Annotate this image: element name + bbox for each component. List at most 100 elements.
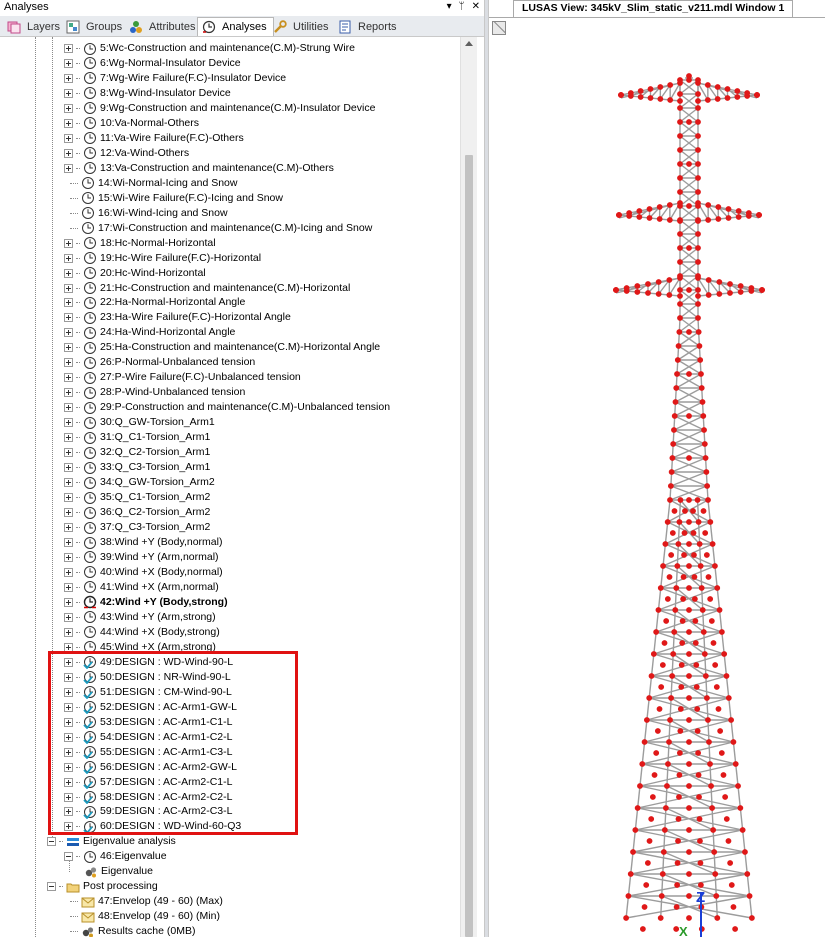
tree-item-results-cache[interactable]: Results cache (0MB) bbox=[68, 924, 195, 937]
expand-icon[interactable] bbox=[64, 552, 73, 562]
expand-icon[interactable] bbox=[64, 612, 73, 622]
expand-icon[interactable] bbox=[64, 627, 73, 637]
expand-icon[interactable] bbox=[64, 103, 73, 113]
tree-item-eigenvalue[interactable]: 46:Eigenvalue bbox=[64, 849, 167, 864]
tree-item-loadcase[interactable]: 30:Q_GW-Torsion_Arm1 bbox=[64, 415, 215, 430]
tree-item-loadcase[interactable]: 39:Wind +Y (Arm,normal) bbox=[64, 550, 219, 565]
tree-item-loadcase[interactable]: 9:Wg-Construction and maintenance(C.M)-I… bbox=[64, 101, 375, 116]
expand-icon[interactable] bbox=[64, 118, 73, 128]
expand-icon[interactable] bbox=[64, 478, 73, 488]
panel-close-icon[interactable]: ✕ bbox=[472, 0, 480, 15]
expand-icon[interactable] bbox=[64, 538, 73, 547]
tab-utilities[interactable]: Utilities bbox=[268, 17, 335, 36]
tree-item-loadcase[interactable]: 8:Wg-Wind-Insulator Device bbox=[64, 86, 231, 101]
tower-model-view[interactable]: Z X bbox=[489, 20, 825, 937]
expand-icon[interactable] bbox=[64, 597, 73, 607]
expand-icon[interactable] bbox=[64, 283, 73, 293]
collapse-icon[interactable] bbox=[64, 852, 73, 862]
expand-icon[interactable] bbox=[64, 508, 73, 518]
tree-item-loadcase[interactable]: 42:Wind +Y (Body,strong) bbox=[64, 595, 228, 610]
tree-item-loadcase[interactable]: 23:Ha-Wire Failure(F.C)-Horizontal Angle bbox=[64, 310, 291, 325]
tree-item-loadcase[interactable]: 13:Va-Construction and maintenance(C.M)-… bbox=[64, 161, 334, 176]
tab-groups[interactable]: Groups bbox=[61, 17, 129, 36]
tree-group-post-processing[interactable]: Post processing bbox=[47, 879, 158, 894]
tree-item-loadcase[interactable]: 22:Ha-Normal-Horizontal Angle bbox=[64, 295, 245, 310]
expand-icon[interactable] bbox=[64, 523, 73, 533]
tree-item-loadcase[interactable]: 37:Q_C3-Torsion_Arm2 bbox=[64, 520, 210, 535]
tree-item-loadcase[interactable]: 18:Hc-Normal-Horizontal bbox=[64, 236, 216, 251]
expand-icon[interactable] bbox=[64, 433, 73, 443]
expand-icon[interactable] bbox=[64, 238, 73, 248]
tree-item-loadcase[interactable]: 44:Wind +X (Body,strong) bbox=[64, 625, 220, 640]
expand-icon[interactable] bbox=[64, 163, 73, 173]
tree-item-loadcase[interactable]: 36:Q_C2-Torsion_Arm2 bbox=[64, 505, 210, 520]
tree-group-eigenvalue[interactable]: Eigenvalue analysis bbox=[47, 834, 176, 849]
tree-item-loadcase[interactable]: 5:Wc-Construction and maintenance(C.M)-S… bbox=[64, 41, 355, 56]
tree-item-eigenvalue-result[interactable]: Eigenvalue bbox=[84, 864, 153, 879]
expand-icon[interactable] bbox=[64, 463, 73, 473]
tree-item-loadcase[interactable]: 20:Hc-Wind-Horizontal bbox=[64, 266, 206, 281]
tree-item-loadcase[interactable]: 32:Q_C2-Torsion_Arm1 bbox=[64, 445, 210, 460]
tree-item-loadcase[interactable]: 10:Va-Normal-Others bbox=[64, 116, 199, 131]
expand-icon[interactable] bbox=[64, 418, 73, 428]
collapse-icon[interactable] bbox=[47, 882, 56, 892]
tree-item-loadcase[interactable]: 11:Va-Wire Failure(F.C)-Others bbox=[64, 131, 244, 146]
tree-item-loadcase[interactable]: 17:Wi-Construction and maintenance(C.M)-… bbox=[68, 221, 372, 236]
tree-item-loadcase[interactable]: 24:Ha-Wind-Horizontal Angle bbox=[64, 325, 235, 340]
tree-item-loadcase[interactable]: 27:P-Wire Failure(F.C)-Unbalanced tensio… bbox=[64, 370, 301, 385]
tree-item-loadcase[interactable]: 29:P-Construction and maintenance(C.M)-U… bbox=[64, 400, 390, 415]
tab-attributes[interactable]: Attributes bbox=[124, 17, 202, 36]
tree-item-loadcase[interactable]: 19:Hc-Wire Failure(F.C)-Horizontal bbox=[64, 251, 261, 266]
expand-icon[interactable] bbox=[64, 148, 73, 158]
panel-dropdown-icon[interactable]: ▾ bbox=[447, 0, 452, 15]
tree-item-loadcase[interactable]: 34:Q_GW-Torsion_Arm2 bbox=[64, 475, 215, 490]
tree-item-loadcase[interactable]: 6:Wg-Normal-Insulator Device bbox=[64, 56, 241, 71]
tree-item-loadcase[interactable]: 16:Wi-Wind-Icing and Snow bbox=[68, 206, 228, 221]
tree-item-loadcase[interactable]: 14:Wi-Normal-Icing and Snow bbox=[68, 176, 237, 191]
tree-item-envelope[interactable]: 47:Envelop (49 - 60) (Max) bbox=[68, 894, 223, 909]
expand-icon[interactable] bbox=[64, 358, 73, 368]
tab-analyses[interactable]: Analyses bbox=[197, 17, 274, 36]
tree-item-loadcase[interactable]: 7:Wg-Wire Failure(F.C)-Insulator Device bbox=[64, 71, 286, 86]
tree-item-loadcase[interactable]: 31:Q_C1-Torsion_Arm1 bbox=[64, 430, 210, 445]
expand-icon[interactable] bbox=[64, 403, 73, 413]
expand-icon[interactable] bbox=[64, 268, 73, 278]
expand-icon[interactable] bbox=[64, 298, 73, 308]
tree-item-loadcase[interactable]: 12:Va-Wind-Others bbox=[64, 146, 189, 161]
expand-icon[interactable] bbox=[64, 493, 73, 503]
expand-icon[interactable] bbox=[64, 582, 73, 592]
scrollbar-thumb[interactable] bbox=[465, 155, 473, 937]
tree-item-loadcase[interactable]: 40:Wind +X (Body,normal) bbox=[64, 565, 223, 580]
tree-item-loadcase[interactable]: 41:Wind +X (Arm,normal) bbox=[64, 580, 219, 595]
tree-item-loadcase[interactable]: 15:Wi-Wire Failure(F.C)-Icing and Snow bbox=[68, 191, 283, 206]
expand-icon[interactable] bbox=[64, 44, 73, 53]
tree-item-loadcase[interactable]: 33:Q_C3-Torsion_Arm1 bbox=[64, 460, 210, 475]
expand-icon[interactable] bbox=[64, 373, 73, 383]
expand-icon[interactable] bbox=[64, 73, 73, 83]
expand-icon[interactable] bbox=[64, 133, 73, 143]
expand-icon[interactable] bbox=[64, 388, 73, 398]
expand-icon[interactable] bbox=[64, 567, 73, 577]
expand-icon[interactable] bbox=[64, 58, 73, 68]
expand-icon[interactable] bbox=[64, 88, 73, 98]
scroll-up-arrow-icon[interactable] bbox=[465, 41, 473, 46]
expand-icon[interactable] bbox=[64, 313, 73, 323]
expand-icon[interactable] bbox=[64, 448, 73, 458]
expand-icon[interactable] bbox=[64, 328, 73, 338]
tree-item-envelope[interactable]: 48:Envelop (49 - 60) (Min) bbox=[68, 909, 220, 924]
tab-reports[interactable]: Reports bbox=[333, 17, 404, 36]
tab-layers[interactable]: Layers bbox=[2, 17, 67, 36]
collapse-icon[interactable] bbox=[47, 837, 56, 847]
tree-item-loadcase[interactable]: 26:P-Normal-Unbalanced tension bbox=[64, 355, 255, 370]
tree-item-loadcase[interactable]: 35:Q_C1-Torsion_Arm2 bbox=[64, 490, 210, 505]
tree-item-loadcase[interactable]: 38:Wind +Y (Body,normal) bbox=[64, 535, 222, 550]
tree-item-loadcase[interactable]: 28:P-Wind-Unbalanced tension bbox=[64, 385, 245, 400]
expand-icon[interactable] bbox=[64, 343, 73, 353]
tree-item-loadcase[interactable]: 21:Hc-Construction and maintenance(C.M)-… bbox=[64, 281, 350, 296]
tree-scrollbar[interactable] bbox=[460, 37, 477, 937]
panel-pin-icon[interactable]: ᛘ bbox=[459, 0, 465, 15]
expand-icon[interactable] bbox=[64, 253, 73, 263]
tree-item-loadcase[interactable]: 25:Ha-Construction and maintenance(C.M)-… bbox=[64, 340, 380, 355]
tree-item-loadcase[interactable]: 43:Wind +Y (Arm,strong) bbox=[64, 610, 216, 625]
view-window-tab[interactable]: LUSAS View: 345kV_Slim_static_v211.mdl W… bbox=[513, 0, 794, 17]
